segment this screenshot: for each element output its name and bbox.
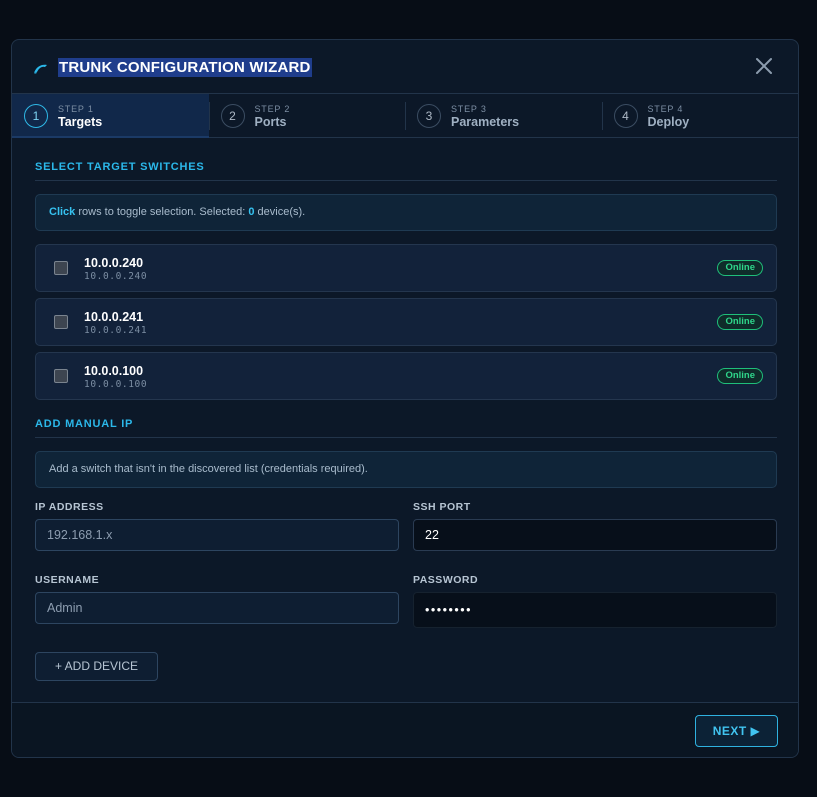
next-button[interactable]: NEXT ▶ — [695, 715, 778, 747]
info-click-word: Click — [49, 206, 76, 218]
step-number: 4 — [613, 104, 638, 128]
dolphin-logo-icon — [34, 64, 47, 74]
step-label: Ports — [254, 115, 287, 129]
section-divider — [35, 180, 777, 181]
modal-footer: NEXT ▶ — [12, 703, 798, 757]
manual-info: Add a switch that isn't in the discovere… — [35, 451, 777, 488]
ip-address-label: IP ADDRESS — [35, 501, 104, 513]
step-label: Deploy — [647, 115, 690, 129]
step-ports[interactable]: 2 STEP 2 Ports — [208, 94, 406, 137]
step-sub-label: STEP 3 — [451, 104, 487, 114]
step-parameters[interactable]: 3 STEP 3 Parameters — [405, 94, 602, 137]
status-badge: Online — [717, 368, 763, 384]
password-input[interactable]: •••••••• — [413, 592, 777, 628]
step-label: Parameters — [451, 115, 520, 129]
device-row[interactable]: 10.0.0.240 10.0.0.240 Online — [35, 244, 777, 292]
step-targets[interactable]: 1 STEP 1 Targets — [12, 94, 209, 138]
device-ip: 10.0.0.240 — [84, 271, 148, 282]
step-number: 3 — [417, 104, 441, 128]
info-suffix: device(s). — [254, 206, 306, 218]
modal-title: TRUNK CONFIGURATION WIZARD — [58, 58, 312, 77]
device-name: 10.0.0.100 — [84, 364, 144, 378]
select-targets-heading: SELECT TARGET SWITCHES — [35, 161, 205, 173]
close-icon[interactable] — [754, 56, 774, 76]
modal-header: TRUNK CONFIGURATION WIZARD — [12, 40, 798, 93]
password-label: PASSWORD — [413, 574, 479, 586]
device-row[interactable]: 10.0.0.241 10.0.0.241 Online — [35, 298, 777, 346]
step-label: Targets — [58, 115, 103, 129]
status-badge: Online — [717, 260, 763, 276]
step-sub-label: STEP 4 — [647, 104, 684, 114]
step-indicator: 1 STEP 1 Targets 2 STEP 2 Ports 3 STEP 3… — [12, 93, 798, 138]
info-text: rows to toggle selection. Selected: — [75, 206, 249, 218]
manual-ip-heading: ADD MANUAL IP — [35, 418, 134, 430]
device-name: 10.0.0.241 — [84, 310, 144, 324]
step-number: 1 — [24, 104, 48, 128]
section-divider — [35, 437, 777, 438]
status-badge: Online — [717, 314, 763, 330]
selection-info: Click rows to toggle selection. Selected… — [35, 194, 777, 231]
step-sub-label: STEP 2 — [254, 104, 291, 114]
device-name: 10.0.0.240 — [84, 256, 144, 270]
device-row[interactable]: 10.0.0.100 10.0.0.100 Online — [35, 352, 777, 400]
wizard-modal: TRUNK CONFIGURATION WIZARD 1 STEP 1 Targ… — [11, 39, 799, 758]
step-number: 2 — [220, 104, 245, 128]
ssh-port-label: SSH PORT — [413, 501, 471, 513]
username-input[interactable]: Admin — [35, 592, 399, 624]
step-sub-label: STEP 1 — [58, 104, 94, 114]
username-label: USERNAME — [35, 574, 100, 586]
device-checkbox[interactable] — [54, 261, 68, 275]
step-deploy[interactable]: 4 STEP 4 Deploy — [601, 94, 799, 137]
device-ip: 10.0.0.100 — [84, 379, 148, 390]
add-device-button[interactable]: + ADD DEVICE — [35, 652, 158, 681]
ip-address-input[interactable]: 192.168.1.x — [35, 519, 399, 551]
device-ip: 10.0.0.241 — [84, 325, 148, 336]
device-checkbox[interactable] — [54, 369, 68, 383]
device-checkbox[interactable] — [54, 315, 68, 329]
ssh-port-input[interactable]: 22 — [413, 519, 777, 551]
